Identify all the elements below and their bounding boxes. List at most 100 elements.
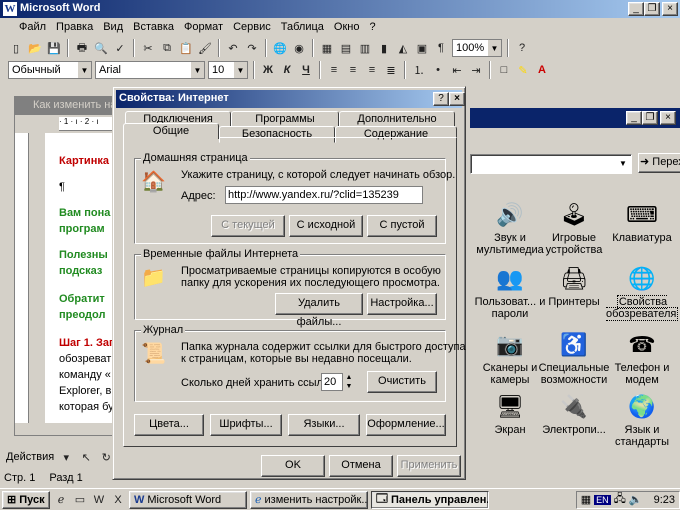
cp-item[interactable]: 📷 Сканеры и камеры: [474, 330, 546, 387]
cp-item[interactable]: 🖥 Экран: [474, 392, 546, 437]
actions-menu[interactable]: Действия: [6, 451, 54, 463]
underline-button[interactable]: Ч: [298, 62, 314, 78]
cp-item[interactable]: ♿ Специальные возможности: [538, 330, 610, 387]
minimize-button[interactable]: _: [628, 2, 644, 16]
paste-icon[interactable]: 📋: [178, 40, 194, 56]
cp-close-button[interactable]: ×: [660, 111, 676, 125]
chevron-down-icon[interactable]: ▼: [616, 156, 630, 172]
numbering-icon[interactable]: ⒈: [411, 62, 427, 78]
decrease-indent-icon[interactable]: ⇤: [449, 62, 465, 78]
days-spinner[interactable]: ▲ ▼: [343, 373, 355, 391]
cut-icon[interactable]: ✂: [140, 40, 156, 56]
undo-icon[interactable]: ↶: [225, 40, 241, 56]
excel-quicklaunch-icon[interactable]: X: [110, 492, 126, 508]
print-preview-icon[interactable]: 🔍: [93, 40, 109, 56]
tables-borders-icon[interactable]: ▦: [319, 40, 335, 56]
menu-file[interactable]: Файл: [14, 21, 51, 33]
use-current-button[interactable]: С текущей: [211, 215, 285, 237]
justify-icon[interactable]: ≣: [383, 62, 399, 78]
go-button[interactable]: ➜ Переход: [638, 153, 680, 173]
web-toolbar-icon[interactable]: ◉: [291, 40, 307, 56]
tab-general[interactable]: Общие: [123, 123, 219, 139]
spelling-icon[interactable]: ✓: [112, 40, 128, 56]
borders-icon[interactable]: □: [496, 62, 512, 78]
cp-maximize-button[interactable]: ❐: [642, 111, 658, 125]
menu-tools[interactable]: Сервис: [228, 21, 276, 33]
italic-button[interactable]: К: [279, 62, 295, 78]
menu-table[interactable]: Таблица: [276, 21, 329, 33]
network-icon[interactable]: 🖧: [614, 492, 626, 508]
bullets-icon[interactable]: •: [430, 62, 446, 78]
copy-icon[interactable]: ⧉: [159, 40, 175, 56]
style-select[interactable]: Обычный ▼: [8, 61, 92, 79]
ie-quicklaunch-icon[interactable]: ℯ: [53, 492, 69, 508]
word-quicklaunch-icon[interactable]: W: [91, 492, 107, 508]
increase-indent-icon[interactable]: ⇥: [468, 62, 484, 78]
align-left-icon[interactable]: ≡: [326, 62, 342, 78]
settings-button[interactable]: Настройка...: [367, 293, 437, 315]
dialog-help-button[interactable]: ?: [433, 92, 449, 106]
font-select[interactable]: Arial ▼: [95, 61, 205, 79]
tray-clock[interactable]: 9:23: [654, 494, 675, 506]
home-page-address-input[interactable]: [225, 186, 423, 204]
cp-item[interactable]: 🌍 Язык и стандарты: [606, 392, 678, 449]
menu-edit[interactable]: Правка: [51, 21, 98, 33]
highlight-icon[interactable]: ✎: [515, 62, 531, 78]
address-combo[interactable]: [470, 154, 632, 174]
menu-window[interactable]: Окно: [329, 21, 365, 33]
hyperlink-icon[interactable]: 🌐: [272, 40, 288, 56]
start-button[interactable]: ⊞ Пуск: [2, 490, 50, 509]
insert-table-icon[interactable]: ▤: [338, 40, 354, 56]
cp-item[interactable]: 🔌 Электропи...: [538, 392, 610, 437]
volume-icon[interactable]: 🔈: [629, 493, 643, 506]
use-default-button[interactable]: С исходной: [289, 215, 363, 237]
select-objects-icon[interactable]: ↖: [78, 449, 94, 465]
dialog-close-button[interactable]: ×: [449, 92, 465, 106]
task-control-panel[interactable]: 🗔 Панель управлен...: [371, 490, 489, 509]
cp-item[interactable]: 🖨 Принтеры: [538, 264, 610, 309]
align-center-icon[interactable]: ≡: [345, 62, 361, 78]
align-right-icon[interactable]: ≡: [364, 62, 380, 78]
open-icon[interactable]: 📂: [27, 40, 43, 56]
zoom-select[interactable]: 100% ▼: [452, 39, 502, 57]
font-size-select[interactable]: 10 ▼: [208, 61, 248, 79]
menu-insert[interactable]: Вставка: [128, 21, 179, 33]
office-assistant-icon[interactable]: ?: [514, 40, 530, 56]
new-document-icon[interactable]: ▯: [8, 40, 24, 56]
days-input[interactable]: [321, 373, 343, 391]
clear-history-button[interactable]: Очистить: [367, 371, 437, 393]
font-color-icon[interactable]: A: [534, 62, 550, 78]
columns-icon[interactable]: ▮: [376, 40, 392, 56]
maximize-button[interactable]: ❐: [644, 2, 660, 16]
apply-button[interactable]: Применить: [397, 455, 461, 477]
task-word[interactable]: W Microsoft Word: [129, 490, 247, 509]
language-indicator[interactable]: EN: [594, 494, 611, 505]
vertical-ruler[interactable]: [15, 133, 29, 423]
insert-excel-icon[interactable]: ▥: [357, 40, 373, 56]
cp-item[interactable]: ☎ Телефон и модем: [606, 330, 678, 387]
format-painter-icon[interactable]: 🖌: [197, 40, 213, 56]
menu-format[interactable]: Формат: [179, 21, 228, 33]
task-browser[interactable]: ℯ изменить настройк...: [250, 490, 368, 509]
document-map-icon[interactable]: ▣: [414, 40, 430, 56]
menu-view[interactable]: Вид: [98, 21, 128, 33]
redo-icon[interactable]: ↷: [244, 40, 260, 56]
cancel-button[interactable]: Отмена: [329, 455, 393, 477]
fonts-button[interactable]: Шрифты...: [210, 414, 282, 436]
ok-button[interactable]: OK: [261, 455, 325, 477]
cp-item[interactable]: 👥 Пользоват... и пароли: [474, 264, 546, 321]
close-button[interactable]: ×: [662, 2, 678, 16]
show-hide-icon[interactable]: ¶: [433, 40, 449, 56]
use-blank-button[interactable]: С пустой: [367, 215, 437, 237]
accessibility-button[interactable]: Оформление...: [366, 414, 446, 436]
cp-item-selected[interactable]: 🌐 Свойства обозревателя: [606, 264, 679, 321]
print-icon[interactable]: 🖶: [74, 40, 90, 56]
cp-item[interactable]: 🔊 Звук и мультимедиа: [474, 200, 546, 257]
languages-button[interactable]: Языки...: [288, 414, 360, 436]
tray-app-icon[interactable]: ▦: [581, 493, 591, 506]
cp-minimize-button[interactable]: _: [626, 111, 642, 125]
cp-item[interactable]: 🕹 Игровые устройства: [538, 200, 610, 257]
save-icon[interactable]: 💾: [46, 40, 62, 56]
menu-help[interactable]: ?: [364, 21, 380, 33]
colors-button[interactable]: Цвета...: [134, 414, 204, 436]
